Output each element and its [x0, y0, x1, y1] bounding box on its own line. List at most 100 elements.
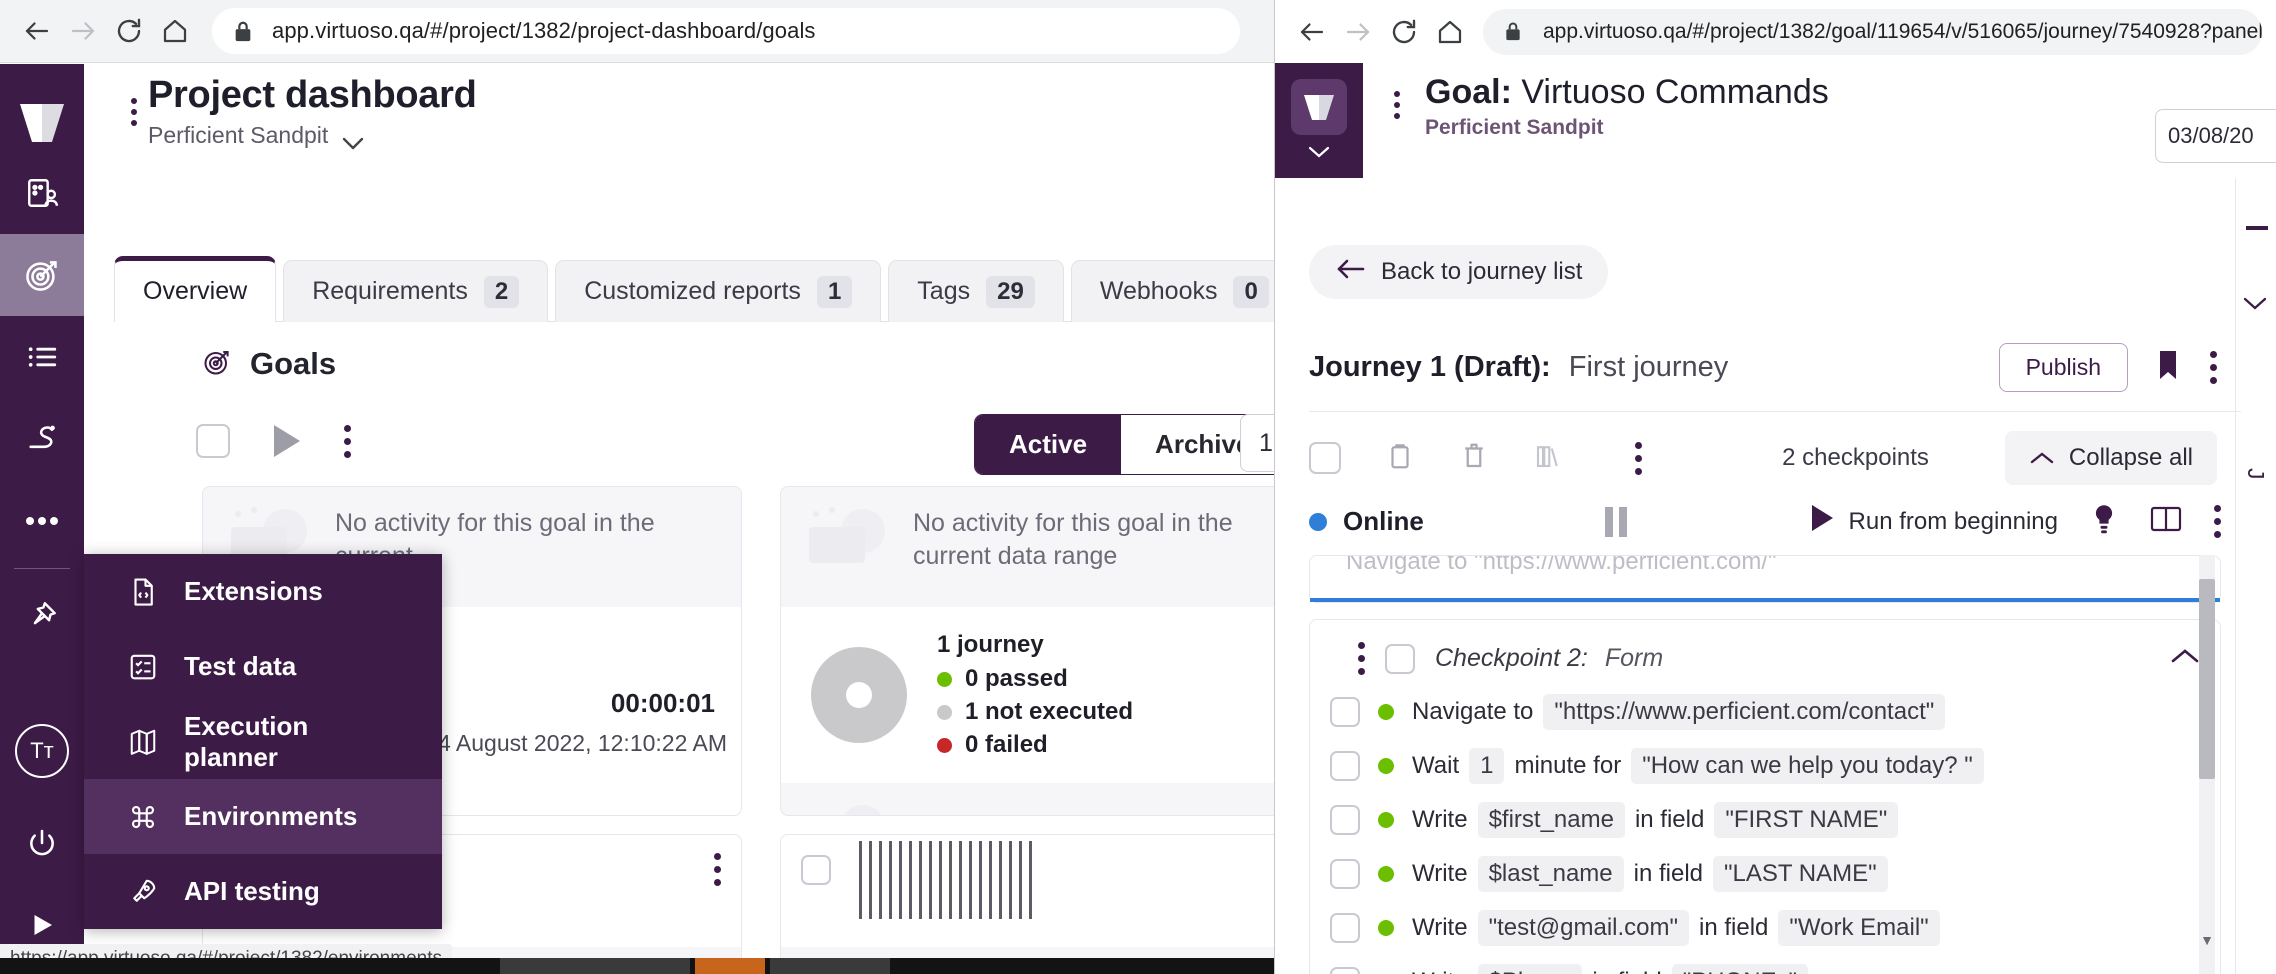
step-checkbox[interactable]: [1330, 751, 1360, 781]
journey-donut-chart: [811, 647, 907, 743]
checkpoint-kebab-menu-icon[interactable]: [1358, 642, 1365, 675]
right-date-range-input[interactable]: 03/08/20: [2155, 109, 2276, 163]
menu-item-extensions[interactable]: Extensions: [84, 554, 442, 629]
goals-kebab-menu-icon[interactable]: [344, 424, 351, 458]
date-range-input[interactable]: 13/08/20: [1240, 414, 1274, 472]
right-browser-toolbar: app.virtuoso.qa/#/project/1382/goal/1196…: [1275, 0, 2276, 63]
sidebar-item-list[interactable]: [0, 316, 84, 398]
back-arrow-icon[interactable]: [14, 8, 60, 54]
split-view-icon[interactable]: [2150, 505, 2182, 538]
tab-webhooks[interactable]: Webhooks 0: [1070, 260, 1274, 322]
select-all-steps-checkbox[interactable]: [1309, 442, 1341, 474]
back-arrow-icon[interactable]: [1289, 9, 1335, 55]
code-file-icon: [128, 577, 158, 607]
tab-tags[interactable]: Tags 29: [888, 260, 1064, 322]
empty-illustration-icon: [805, 507, 891, 569]
home-icon[interactable]: [1427, 9, 1473, 55]
goal-kebab-menu-icon[interactable]: [1383, 73, 1411, 119]
menu-item-execution-planner[interactable]: Execution planner: [84, 704, 442, 779]
right-side-actions-column: J: [2235, 178, 2276, 974]
lightbulb-icon[interactable]: [2090, 503, 2118, 540]
home-icon[interactable]: [152, 8, 198, 54]
back-to-journey-list-button[interactable]: Back to journey list: [1309, 245, 1609, 299]
step-row[interactable]: Write $Phone in field "PHONEs": [1310, 955, 2220, 974]
menu-item-environments[interactable]: Environments: [84, 779, 442, 854]
step-row[interactable]: Write $last_name in field "LAST NAME": [1310, 847, 2220, 901]
run-from-beginning-button[interactable]: Run from beginning: [1809, 503, 2058, 540]
step-row[interactable]: Write $first_name in field "FIRST NAME": [1310, 793, 2220, 847]
tab-requirements[interactable]: Requirements 2: [283, 260, 549, 322]
right-address-bar[interactable]: app.virtuoso.qa/#/project/1382/goal/1196…: [1483, 8, 2262, 55]
pin-icon[interactable]: [0, 575, 84, 657]
copy-icon[interactable]: [1385, 441, 1415, 476]
collapse-all-button[interactable]: Collapse all: [2004, 431, 2217, 485]
checkpoint-2-header[interactable]: Checkpoint 2: Form: [1310, 620, 2220, 685]
step-checkbox[interactable]: [1330, 859, 1360, 889]
step-connector: minute for: [1514, 752, 1622, 779]
goal-title-prefix: Goal:: [1425, 73, 1512, 111]
text-size-icon[interactable]: Tт: [15, 724, 69, 778]
goal-card-kebab-menu-icon[interactable]: [714, 853, 721, 886]
page-kebab-menu-icon[interactable]: [120, 76, 148, 126]
side-panel-label[interactable]: J: [2242, 468, 2269, 480]
goal-card-4[interactable]: No activity for this goal in the current…: [780, 834, 1274, 974]
step-checkbox[interactable]: [1330, 967, 1360, 974]
tab-customized-reports[interactable]: Customized reports 1: [555, 260, 882, 322]
step-checkbox[interactable]: [1330, 805, 1360, 835]
step-row[interactable]: Write "test@gmail.com" in field "Work Em…: [1310, 901, 2220, 955]
virtuoso-logo-icon[interactable]: [1275, 63, 1363, 178]
faded-step-text: Navigate to "https://www.perficient.com/…: [1346, 556, 1777, 575]
tag-icon[interactable]: [2154, 349, 2182, 386]
dashboard-tabs: Overview Requirements 2 Customized repor…: [114, 256, 1274, 322]
filter-active-button[interactable]: Active: [975, 415, 1122, 474]
tab-count: 1: [816, 275, 853, 308]
panel-collapse-icon[interactable]: [2246, 226, 2268, 230]
step-checkbox[interactable]: [1330, 697, 1360, 727]
sidebar-item-team[interactable]: [0, 152, 84, 234]
sidebar-item-journeys[interactable]: [0, 398, 84, 480]
tab-overview[interactable]: Overview: [114, 256, 277, 322]
journey-kebab-menu-icon[interactable]: [2210, 351, 2217, 384]
journey-tools-kebab-icon[interactable]: [1635, 441, 1642, 475]
goal-card-checkbox[interactable]: [801, 855, 831, 885]
reload-icon[interactable]: [106, 8, 152, 54]
step-row[interactable]: Navigate to "https://www.perficient.com/…: [1310, 685, 2220, 739]
power-icon[interactable]: [0, 802, 84, 884]
checkpoint-1-collapsed[interactable]: Navigate to "https://www.perficient.com/…: [1309, 555, 2221, 603]
step-verb: Wait: [1412, 752, 1460, 779]
virtuoso-mark: [1291, 78, 1347, 135]
select-all-checkbox[interactable]: [196, 424, 230, 458]
scroll-down-arrow-icon[interactable]: ▼: [2199, 932, 2215, 952]
step-status-dot-icon: [1378, 704, 1394, 720]
delete-icon[interactable]: [1459, 441, 1489, 476]
journey-title: Journey 1 (Draft): First journey: [1309, 351, 1728, 384]
checkpoint-checkbox[interactable]: [1385, 643, 1415, 674]
step-checkbox[interactable]: [1330, 913, 1360, 943]
chevron-down-icon[interactable]: [1308, 145, 1330, 163]
chevron-down-icon[interactable]: [2242, 296, 2268, 315]
steps-scrollbar-thumb[interactable]: [2199, 579, 2215, 779]
reload-icon[interactable]: [1381, 9, 1427, 55]
pause-icon[interactable]: [1605, 506, 1628, 537]
left-address-bar[interactable]: app.virtuoso.qa/#/project/1382/project-d…: [212, 8, 1240, 54]
forward-arrow-icon[interactable]: [1335, 9, 1381, 55]
execution-kebab-menu-icon[interactable]: [2214, 505, 2221, 538]
chevron-up-icon[interactable]: [2170, 648, 2200, 669]
project-selector[interactable]: Perficient Sandpit: [148, 122, 477, 150]
sidebar-item-more[interactable]: [0, 480, 84, 562]
step-text: Wait 1 minute for "How can we help you t…: [1412, 748, 1984, 784]
goal-card-2[interactable]: No activity for this goal in the current…: [780, 486, 1274, 816]
tab-label: Customized reports: [584, 277, 801, 305]
virtuoso-logo-icon[interactable]: [14, 96, 70, 152]
sidebar-item-goals[interactable]: [0, 234, 84, 316]
goal-card-date: 04 August 2022, 12:10:22 AM: [425, 730, 727, 756]
not-executed-dot-icon: [937, 704, 952, 720]
menu-item-test-data[interactable]: Test data: [84, 629, 442, 704]
forward-arrow-icon[interactable]: [60, 8, 106, 54]
publish-button[interactable]: Publish: [1998, 343, 2128, 392]
menu-item-api-testing[interactable]: API testing: [84, 854, 442, 929]
run-goals-play-icon[interactable]: [274, 425, 300, 457]
library-icon[interactable]: [1533, 441, 1563, 476]
checkpoint-2-card[interactable]: Checkpoint 2: Form Navigate to "https://…: [1309, 619, 2221, 974]
step-row[interactable]: Wait 1 minute for "How can we help you t…: [1310, 739, 2220, 793]
